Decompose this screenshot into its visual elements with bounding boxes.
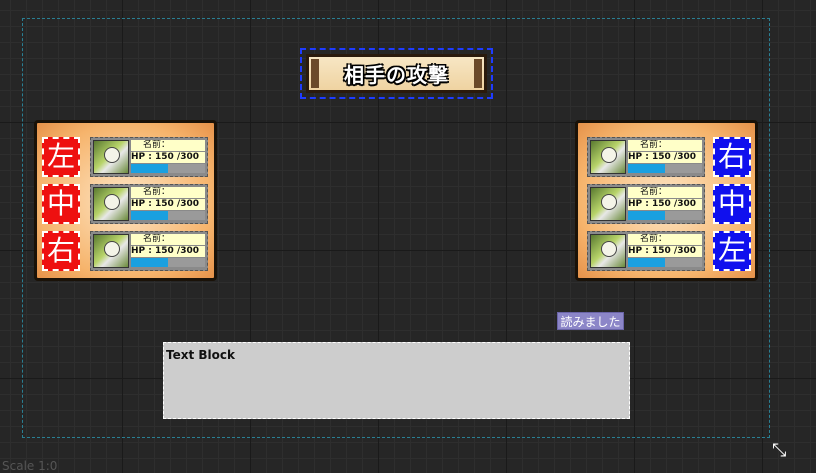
right-unit-card-2[interactable]: 名前： HP : 150 /300	[587, 184, 705, 224]
title-scroll: 相手の攻撃	[306, 54, 487, 93]
read-button[interactable]: 読みました	[557, 312, 624, 330]
unit-hp-text: HP : 150 /300	[131, 246, 205, 257]
left-position-tag-2: 中	[42, 184, 80, 224]
unit-hp-fill	[131, 258, 168, 267]
unit-hp-bar	[131, 164, 205, 173]
unit-name-label: 名前：	[628, 234, 702, 245]
unit-hp-text: HP : 150 /300	[628, 199, 702, 210]
unit-hp-fill	[131, 211, 168, 220]
unit-portrait	[93, 140, 129, 174]
unit-hp-bar	[628, 211, 702, 220]
unit-portrait	[590, 140, 626, 174]
unit-portrait	[93, 187, 129, 221]
unit-portrait	[590, 234, 626, 268]
unit-hp-bar	[628, 258, 702, 267]
unit-hp-bar	[131, 258, 205, 267]
unit-hp-text: HP : 150 /300	[628, 152, 702, 163]
unit-hp-text: HP : 150 /300	[131, 152, 205, 163]
unit-hp-fill	[628, 258, 665, 267]
unit-name-label: 名前：	[131, 234, 205, 245]
right-unit-card-3[interactable]: 名前： HP : 150 /300	[587, 231, 705, 271]
resize-icon[interactable]: ⤡	[772, 442, 790, 460]
unit-hp-fill	[131, 164, 168, 173]
right-party-panel: 名前： HP : 150 /300 名前： HP : 150 /300 名前： …	[575, 120, 758, 281]
left-party-panel: 左 中 右 名前： HP : 150 /300 名前： HP : 150 /30…	[34, 120, 217, 281]
title-banner[interactable]: 相手の攻撃	[300, 48, 493, 99]
left-unit-card-1[interactable]: 名前： HP : 150 /300	[90, 137, 208, 177]
unit-hp-fill	[628, 164, 665, 173]
unit-hp-text: HP : 150 /300	[628, 246, 702, 257]
text-block-label: Text Block	[166, 348, 235, 362]
unit-hp-fill	[628, 211, 665, 220]
unit-portrait	[590, 187, 626, 221]
left-position-tag-3: 右	[42, 231, 80, 271]
zoom-label: Scale 1:0	[2, 459, 58, 473]
unit-hp-bar	[131, 211, 205, 220]
title-text: 相手の攻撃	[344, 63, 449, 87]
unit-name-label: 名前：	[628, 140, 702, 151]
unit-name-label: 名前：	[131, 140, 205, 151]
unit-portrait	[93, 234, 129, 268]
right-unit-card-1[interactable]: 名前： HP : 150 /300	[587, 137, 705, 177]
left-unit-card-3[interactable]: 名前： HP : 150 /300	[90, 231, 208, 271]
unit-name-label: 名前：	[628, 187, 702, 198]
right-position-tag-3: 左	[713, 231, 751, 271]
left-position-tag-1: 左	[42, 137, 80, 177]
unit-hp-bar	[628, 164, 702, 173]
unit-name-label: 名前：	[131, 187, 205, 198]
right-position-tag-1: 右	[713, 137, 751, 177]
unit-hp-text: HP : 150 /300	[131, 199, 205, 210]
left-unit-card-2[interactable]: 名前： HP : 150 /300	[90, 184, 208, 224]
text-block[interactable]: Text Block	[163, 342, 630, 419]
right-position-tag-2: 中	[713, 184, 751, 224]
